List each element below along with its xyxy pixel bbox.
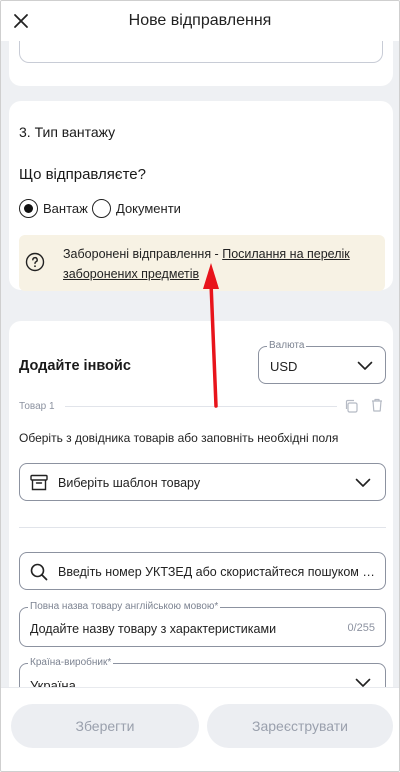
hs-code-search-input[interactable]: Введіть номер УКТЗЕД або скористайтеся п… xyxy=(19,552,386,590)
search-icon xyxy=(30,563,48,581)
country-label: Країна-виробник* xyxy=(28,657,114,668)
copy-icon[interactable] xyxy=(344,399,358,413)
country-select[interactable]: Країна-виробник* Україна xyxy=(19,657,386,687)
previous-section-card xyxy=(9,41,393,86)
product-name-input[interactable]: Повна назва товару англійською мовою* До… xyxy=(19,601,386,647)
chevron-down-icon xyxy=(355,678,371,687)
top-bar: Нове відправлення xyxy=(1,1,399,41)
notice-prefix: Заборонені відправлення - xyxy=(63,247,223,261)
currency-value: USD xyxy=(270,359,298,374)
item-label: Товар 1 xyxy=(19,401,55,412)
page-title: Нове відправлення xyxy=(128,12,272,29)
chevron-down-icon xyxy=(357,361,373,370)
radio-documents[interactable]: Документи xyxy=(92,199,181,218)
char-counter: 0/255 xyxy=(347,622,375,634)
invoice-card: Додайте інвойс Валюта USD Товар 1 Оберіт… xyxy=(9,321,393,687)
info-icon xyxy=(25,252,45,272)
radio-checked-icon xyxy=(19,199,38,218)
item-divider xyxy=(65,406,337,407)
save-button[interactable]: Зберегти xyxy=(11,704,199,748)
chevron-down-icon xyxy=(355,478,371,487)
app-frame: Нове відправлення 3. Тип вантажу Що відп… xyxy=(0,0,400,772)
trash-icon[interactable] xyxy=(371,398,383,412)
register-button[interactable]: Зареєструвати xyxy=(207,704,393,748)
previous-field[interactable] xyxy=(19,41,383,63)
search-placeholder: Введіть номер УКТЗЕД або скористайтеся п… xyxy=(58,565,378,579)
box-icon xyxy=(30,474,48,491)
section-title: 3. Тип вантажу xyxy=(19,124,116,140)
footer-bar: Зберегти Зареєструвати xyxy=(1,687,399,771)
radio-cargo-label: Вантаж xyxy=(43,201,88,216)
radio-documents-label: Документи xyxy=(116,201,181,216)
country-value: Україна xyxy=(30,678,76,687)
item-hint: Оберіть з довідника товарів або заповніт… xyxy=(19,431,339,445)
product-name-placeholder: Додайте назву товару з характеристиками xyxy=(30,622,277,636)
template-select-label: Виберіть шаблон товару xyxy=(58,476,201,490)
invoice-title: Додайте інвойс xyxy=(19,358,131,374)
radio-unchecked-icon xyxy=(92,199,111,218)
template-select[interactable]: Виберіть шаблон товару xyxy=(19,463,386,501)
currency-label: Валюта xyxy=(267,340,307,351)
question-title: Що відправляєте? xyxy=(19,166,146,183)
close-icon[interactable] xyxy=(11,11,31,31)
form-scroll-area[interactable]: 3. Тип вантажу Що відправляєте? Вантаж Д… xyxy=(1,41,399,687)
currency-select[interactable]: Валюта USD xyxy=(258,340,386,384)
prohibited-notice: Заборонені відправлення - Посилання на п… xyxy=(19,235,385,291)
product-name-label: Повна назва товару англійською мовою* xyxy=(28,601,221,612)
notice-text: Заборонені відправлення - Посилання на п… xyxy=(63,244,363,284)
section-divider xyxy=(19,527,386,528)
cargo-type-card: 3. Тип вантажу Що відправляєте? Вантаж Д… xyxy=(9,101,393,291)
radio-cargo[interactable]: Вантаж xyxy=(19,199,88,218)
